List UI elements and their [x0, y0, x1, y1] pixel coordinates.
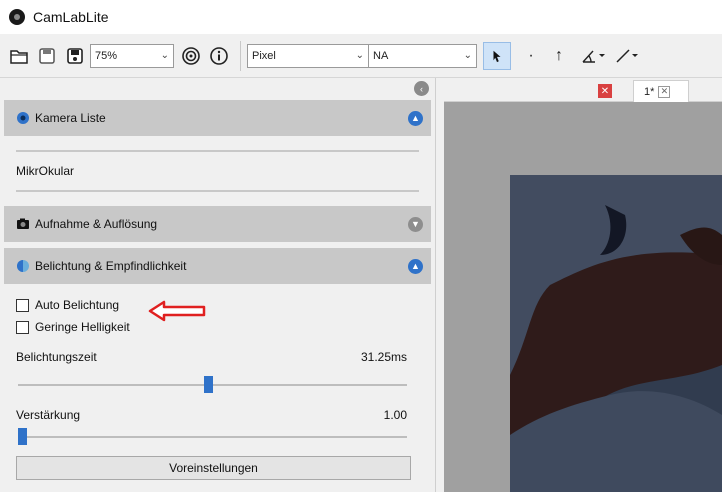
exposure-time-value: 31.25ms	[360, 350, 407, 364]
info-icon[interactable]	[206, 43, 232, 69]
camera-list-body: MikrOkular	[4, 136, 431, 206]
chevron-down-icon: ⌄	[463, 50, 472, 61]
title-bar: CamLabLite	[0, 0, 722, 34]
point-icon[interactable]: ·	[517, 42, 545, 70]
gain-row: Verstärkung 1.00	[16, 408, 419, 422]
calibration-value: NA	[373, 49, 389, 62]
section-title: Aufnahme & Auflösung	[35, 217, 158, 231]
pointer-icon[interactable]	[483, 41, 511, 70]
collapse-icon[interactable]: ▲	[408, 258, 423, 274]
gain-value: 1.00	[383, 408, 407, 422]
gain-slider[interactable]	[16, 426, 419, 448]
section-camera-list[interactable]: Kamera Liste ▲	[4, 100, 431, 136]
toolbar: 75% ⌄ Pixel ⌄ NA ⌄ · ↑	[0, 34, 722, 78]
section-title: Belichtung & Empfindlichkeit	[35, 259, 187, 273]
camera-list-icon	[17, 112, 29, 124]
exposure-time-slider[interactable]	[16, 374, 419, 396]
save-as-icon[interactable]	[62, 43, 88, 69]
gain-label: Verstärkung	[16, 408, 81, 422]
checkbox-box[interactable]	[16, 320, 29, 334]
unit-value: Pixel	[252, 49, 276, 62]
section-exposure[interactable]: Belichtung & Empfindlichkeit ▲	[4, 248, 431, 284]
target-icon[interactable]	[178, 43, 204, 69]
tab-close-icon[interactable]: ✕	[658, 85, 671, 98]
toolbar-separator	[240, 40, 241, 71]
chevron-down-icon: ⌄	[355, 50, 364, 61]
checkbox-label: Geringe Helligkeit	[35, 320, 130, 334]
line-icon[interactable]	[613, 42, 641, 70]
app-logo-icon	[9, 9, 25, 25]
control-panel: ‹ Kamera Liste ▲ MikrOkular Aufnahme & A…	[0, 78, 436, 492]
camera-icon	[17, 218, 29, 229]
app-title: CamLabLite	[33, 9, 109, 25]
exposure-body: Auto Belichtung Geringe Helligkeit Belic…	[4, 284, 431, 480]
low-brightness-checkbox[interactable]: Geringe Helligkeit	[16, 316, 419, 338]
open-folder-icon[interactable]	[6, 43, 32, 69]
zoom-select[interactable]: 75% ⌄	[90, 43, 174, 68]
slider-thumb[interactable]	[204, 376, 214, 393]
auto-exposure-checkbox[interactable]: Auto Belichtung	[16, 294, 419, 316]
section-title: Kamera Liste	[35, 111, 106, 125]
tab-label: 1*	[644, 85, 655, 98]
calibration-select[interactable]: NA ⌄	[369, 43, 477, 68]
presets-button[interactable]: Voreinstellungen	[16, 456, 411, 480]
chevron-down-icon: ⌄	[160, 50, 169, 61]
zoom-value: 75%	[95, 49, 118, 62]
microscope-image	[510, 175, 722, 492]
close-icon[interactable]: ✕	[598, 84, 612, 98]
camera-item[interactable]: MikrOkular	[16, 152, 419, 190]
exposure-time-label: Belichtungszeit	[16, 350, 97, 364]
checkbox-label: Auto Belichtung	[35, 298, 120, 312]
section-capture[interactable]: Aufnahme & Auflösung ▼	[4, 206, 431, 242]
expand-icon[interactable]: ▼	[408, 216, 423, 232]
collapse-panel-icon[interactable]: ‹	[414, 81, 429, 96]
unit-select[interactable]: Pixel ⌄	[247, 43, 369, 68]
exposure-time-row: Belichtungszeit 31.25ms	[16, 350, 419, 364]
exposure-icon	[17, 260, 29, 272]
save-icon[interactable]	[34, 43, 60, 69]
panel-header: ‹	[0, 78, 435, 100]
slider-track[interactable]	[18, 436, 407, 438]
annotation-arrow-icon	[148, 300, 206, 322]
checkbox-box[interactable]	[16, 298, 29, 312]
angle-icon[interactable]	[573, 42, 613, 70]
arrow-up-icon[interactable]: ↑	[545, 42, 573, 70]
slider-thumb[interactable]	[18, 428, 27, 445]
collapse-icon[interactable]: ▲	[408, 110, 423, 126]
tab-image-1[interactable]: 1* ✕	[633, 80, 689, 102]
